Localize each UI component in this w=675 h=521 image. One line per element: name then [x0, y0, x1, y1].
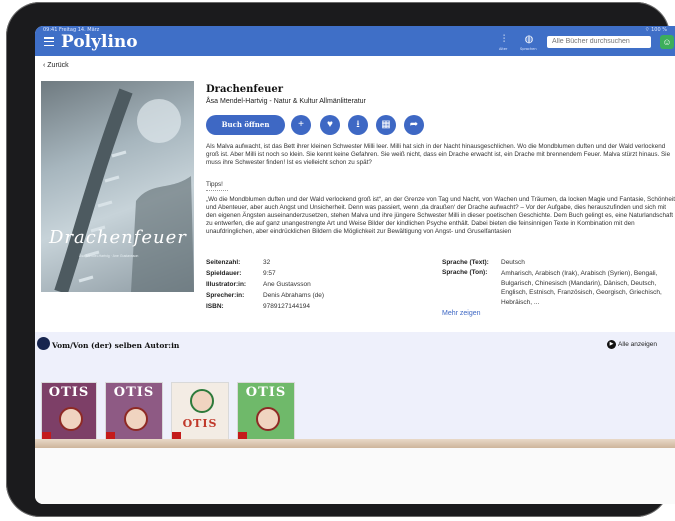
narrator-label: Sprecher:in:	[206, 292, 245, 299]
book-author: Åsa Mendel-Hartvig - Natur & Kultur Allm…	[206, 98, 366, 105]
thumbnail-title: OTIS	[182, 417, 218, 430]
bookshelf	[35, 439, 675, 448]
thumbnail-illustration	[124, 407, 148, 431]
thumbnail-title: OTIS	[113, 385, 155, 400]
share-icon[interactable]: ➦	[404, 115, 424, 135]
publisher-logo	[238, 432, 247, 439]
filter-label: Alter	[499, 47, 508, 51]
status-battery: ⌔ 100 %	[644, 27, 667, 33]
publisher-logo	[106, 432, 115, 439]
menu-icon[interactable]	[44, 37, 54, 47]
cover-subtitle: Åsa Mendel-Hartvig · Ane Gustavsson	[79, 254, 139, 258]
illustrator-label: Illustrator:in:	[206, 281, 247, 288]
divider	[206, 190, 228, 191]
duration-value: 9:57	[263, 270, 276, 277]
back-link[interactable]: ‹ Zurück	[43, 62, 69, 69]
top-bar: 09:41 Freitag 14. März ⌔ 100 % Polylino …	[35, 26, 675, 56]
tablet-frame: 09:41 Freitag 14. März ⌔ 100 % Polylino …	[6, 2, 675, 517]
cover-illustration	[54, 88, 194, 292]
add-icon[interactable]: +	[291, 115, 311, 135]
app-logo[interactable]: Polylino	[61, 32, 138, 52]
back-label: Zurück	[47, 62, 69, 69]
book-description: Als Malva aufwacht, ist das Bett ihrer k…	[206, 143, 671, 167]
book-thumbnail[interactable]: OTIS	[105, 382, 163, 440]
download-icon[interactable]: ⭳	[348, 115, 368, 135]
book-title: Drachenfeuer	[206, 84, 283, 95]
profile-icon[interactable]: ☺	[660, 35, 674, 49]
pages-value: 32	[263, 259, 271, 266]
book-thumbnail[interactable]: OTIS	[237, 382, 295, 440]
cover-title: Drachenfeuer	[49, 227, 187, 248]
show-all-link[interactable]: Alle anzeigen	[618, 341, 657, 348]
search-input[interactable]	[547, 36, 651, 48]
publisher-logo	[42, 432, 51, 439]
pages-label: Seitenzahl:	[206, 259, 241, 266]
text-language-label: Sprache (Text):	[442, 259, 489, 266]
heart-icon[interactable]: ♥	[320, 115, 340, 135]
shelf-background	[35, 448, 675, 504]
thumbnail-illustration	[59, 407, 83, 431]
audio-language-label: Sprache (Ton):	[442, 269, 488, 276]
illustrator-value: Ane Gustavsson	[263, 281, 311, 288]
text-language-value: Deutsch	[501, 259, 525, 266]
same-author-heading: Vom/Von (der) selben Autor:in	[52, 341, 180, 350]
narrator-value: Denis Abrahams (de)	[263, 292, 325, 299]
qr-code-icon[interactable]: ▦	[376, 115, 396, 135]
tips-text: „Wo die Mondblumen duften und der Wald v…	[206, 196, 675, 236]
book-thumbnail[interactable]: OTIS	[41, 382, 97, 440]
thumbnail-title: OTIS	[48, 385, 90, 400]
isbn-label: ISBN:	[206, 303, 224, 310]
audio-language-value: Amharisch, Arabisch (Irak), Arabisch (Sy…	[501, 270, 662, 306]
thumbnail-illustration	[190, 389, 214, 413]
arrow-right-icon[interactable]: ▶	[607, 340, 616, 349]
section-marker-icon	[37, 337, 50, 350]
book-thumbnail[interactable]: OTIS	[171, 382, 229, 440]
book-cover: Drachenfeuer Åsa Mendel-Hartvig · Ane Gu…	[41, 81, 194, 292]
open-book-button[interactable]: Buch öffnen	[206, 115, 285, 135]
tips-label: Tipps!	[206, 181, 223, 188]
isbn-value: 9789127144194	[263, 303, 310, 310]
thumbnail-title: OTIS	[245, 385, 287, 400]
thumbnail-illustration	[256, 407, 280, 431]
app-screen: 09:41 Freitag 14. März ⌔ 100 % Polylino …	[35, 26, 675, 504]
show-more-link[interactable]: Mehr zeigen	[442, 310, 481, 317]
globe-icon[interactable]: ◍	[523, 34, 535, 46]
duration-label: Spieldauer:	[206, 270, 242, 277]
publisher-logo	[172, 432, 181, 439]
filter-icon[interactable]: ⫶	[498, 34, 510, 46]
language-label: Sprachen	[520, 47, 537, 51]
